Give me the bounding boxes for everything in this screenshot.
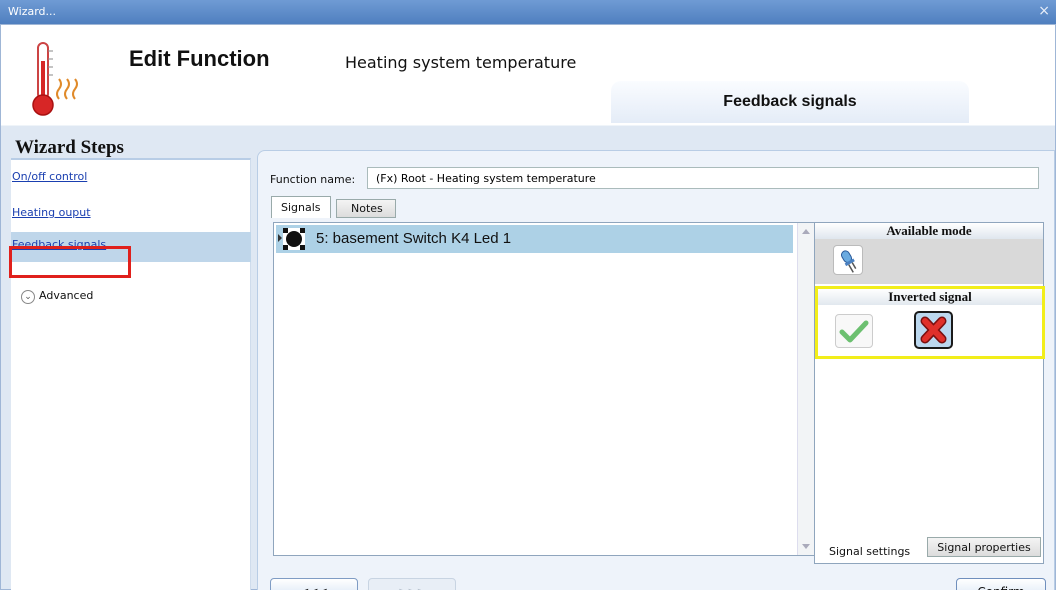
chevron-down-icon[interactable]: ⌄ [21, 290, 35, 304]
step-link[interactable]: Heating ouput [12, 206, 91, 219]
wizard-window: Edit Function Heating system temperature… [0, 24, 1056, 590]
signals-list[interactable]: 5: basement Switch K4 Led 1 [273, 222, 815, 556]
main-panel: Function name: Signals Notes 5: basement… [257, 150, 1055, 590]
inverted-no-button[interactable] [914, 311, 953, 349]
inverted-yes-button[interactable] [835, 314, 873, 348]
wizard-steps-panel: On/off control Heating ouput Feedback si… [11, 158, 251, 590]
close-icon[interactable]: × [1038, 3, 1050, 19]
next-button[interactable]: >>> [368, 578, 456, 590]
function-subtitle: Heating system temperature [345, 53, 577, 72]
tab-notes[interactable]: Notes [336, 199, 396, 218]
inverted-signal-group: Inverted signal [815, 286, 1045, 359]
tab-signal-properties[interactable]: Signal properties [927, 537, 1041, 557]
tab-signal-settings[interactable]: Signal settings [825, 539, 925, 561]
page-title: Edit Function [129, 46, 270, 71]
row-pointer-icon [278, 234, 282, 242]
led-bulb-icon [841, 250, 857, 273]
advanced-toggle[interactable]: ⌄ Advanced [21, 289, 93, 304]
window-title: Wizard... [8, 5, 57, 18]
inverted-signal-title: Inverted signal [818, 289, 1042, 305]
x-icon [920, 316, 947, 344]
step-on-off-control[interactable]: On/off control [11, 164, 251, 194]
function-name-label: Function name: [270, 173, 356, 186]
back-button[interactable]: <<< [270, 578, 358, 590]
step-heating-ouput[interactable]: Heating ouput [11, 200, 251, 230]
function-name-input[interactable] [367, 167, 1039, 189]
signal-label: 5: basement Switch K4 Led 1 [316, 230, 512, 247]
section-tab-feedback-signals: Feedback signals [611, 81, 969, 123]
list-scrollbar[interactable] [797, 223, 814, 555]
step-highlight-box [9, 246, 131, 278]
available-mode-area [815, 239, 1043, 284]
scroll-up-icon[interactable] [802, 229, 810, 234]
wizard-steps-title: Wizard Steps [15, 137, 124, 158]
advanced-label: Advanced [39, 289, 94, 302]
led-signal-icon [283, 228, 305, 250]
check-icon [839, 320, 869, 343]
tab-signals[interactable]: Signals [271, 196, 331, 218]
confirm-button[interactable]: Confirm [956, 578, 1046, 590]
list-item[interactable]: 5: basement Switch K4 Led 1 [276, 225, 793, 253]
available-mode-title: Available mode [815, 223, 1043, 239]
led-mode-button[interactable] [833, 245, 863, 275]
scroll-down-icon[interactable] [802, 544, 810, 549]
step-link[interactable]: On/off control [12, 170, 87, 183]
window-titlebar: Wizard... × [0, 0, 1056, 24]
signal-settings-panel: Available mode Inverted signal Signal se… [814, 222, 1045, 564]
thermometer-heating-icon [32, 42, 78, 116]
